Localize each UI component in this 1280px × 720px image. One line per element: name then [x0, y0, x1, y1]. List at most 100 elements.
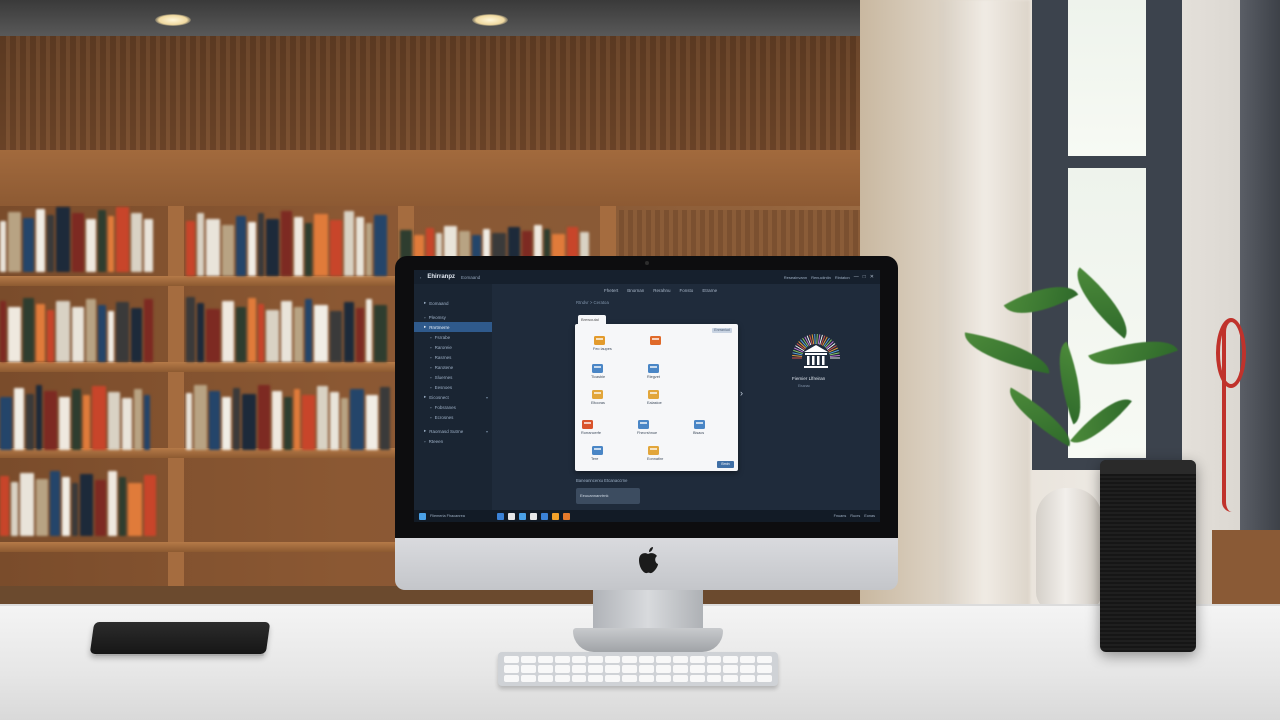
book [294, 388, 300, 450]
dialog-app-item[interactable]: Tere [591, 444, 605, 461]
sidebar-item[interactable]: ▸ Eomaand [414, 298, 492, 308]
book [356, 307, 364, 362]
book-row [0, 206, 160, 272]
sidebar-item-label: Raornasd Sutrne [429, 428, 464, 434]
title-action[interactable]: Renuciintin [811, 275, 831, 280]
taskbar-app-icon[interactable] [507, 512, 515, 520]
title-actions: Reseainvann Renuciintin Rintaton — □ ✕ [784, 274, 874, 280]
tray-item[interactable]: Rucrs [850, 514, 860, 518]
nav-item[interactable]: Rerahnu [653, 288, 670, 293]
maximize-icon[interactable]: □ [863, 274, 866, 280]
dialog-tab[interactable]: Brewoutal [578, 315, 606, 325]
nav-item[interactable]: Fonsto [680, 288, 694, 293]
sidebar-item[interactable]: ▫ Fobsranes [414, 402, 492, 412]
book [26, 393, 34, 450]
dialog-app-item[interactable]: Fhecrshnue [637, 418, 657, 435]
keyboard-key [520, 665, 536, 673]
sidebar-item[interactable]: ▸ Raornasd Sutrne ▾ [414, 426, 492, 436]
dialog-app-item[interactable]: Riegvet [647, 362, 661, 379]
top-nav: Fhetert Bnornan Rerahnu Fonsto Etrarne [604, 288, 717, 293]
ok-button[interactable]: Bmin [717, 461, 734, 468]
app-title: Ehirranpz [427, 274, 456, 280]
red-tool-handle [1222, 322, 1242, 512]
sidebar-item[interactable]: ▫ Rarotene [414, 362, 492, 372]
book [72, 307, 84, 362]
dialog-app-label: Ealastoe [647, 401, 662, 405]
sidebar-item[interactable]: ▫ Pleomsy [414, 312, 492, 322]
tray-item[interactable]: Eonas [864, 514, 875, 518]
nav-item[interactable]: Fhetert [604, 288, 618, 293]
dialog-app-item[interactable]: Tlcasbie [591, 362, 605, 379]
keyboard-key [740, 674, 756, 682]
dialog-app-label: Tlcasbie [591, 375, 606, 379]
book [294, 216, 303, 276]
sidebar-item[interactable]: ▫ Raroreie [414, 342, 492, 352]
start-icon[interactable] [419, 512, 426, 520]
chevron-down-icon[interactable]: ▾ [486, 395, 488, 400]
keyboard-key [622, 665, 637, 673]
dialog-app-item[interactable]: Ealastoe [647, 388, 662, 405]
speaker-top [1100, 460, 1196, 474]
dialog-app-item[interactable] [649, 334, 663, 347]
book-row [0, 470, 160, 536]
book [305, 222, 312, 276]
dialog-app-item[interactable]: Eonnatinr [647, 444, 663, 461]
title-action[interactable]: Rintaton [835, 275, 850, 280]
keyboard-key [520, 674, 536, 682]
sidebar-item[interactable]: ▫ Rasrnes [414, 352, 492, 362]
dialog-app-label: Eltooras [591, 401, 605, 405]
taskbar-app-icon[interactable] [540, 512, 548, 520]
tab-command[interactable]: Eomaand [461, 275, 480, 280]
chevron-right-icon[interactable]: › [740, 388, 743, 398]
text-field[interactable]: Eeuuannanrtrnk [576, 488, 640, 504]
dialog-app-item[interactable]: Feo laupes [593, 334, 612, 351]
sidebar-item[interactable]: ▫ Eesnoes [414, 382, 492, 392]
close-icon[interactable]: ✕ [870, 274, 874, 280]
minimize-icon[interactable]: — [854, 274, 859, 280]
keyboard-key [537, 665, 553, 673]
book [62, 476, 70, 536]
book [380, 386, 390, 450]
taskbar-app-icon[interactable] [518, 512, 526, 520]
taskbar-app-icon[interactable] [551, 512, 559, 520]
taskbar-app-icon[interactable] [562, 512, 570, 520]
book [131, 213, 142, 272]
title-action[interactable]: Reseainvann [784, 275, 807, 280]
sidebar-item[interactable]: ▫ Rteeen [414, 436, 492, 446]
book [20, 473, 34, 536]
nav-item[interactable]: Bnornan [627, 288, 644, 293]
book [8, 306, 21, 362]
dialog-app-label: Feo laupes [593, 347, 612, 351]
printer-icon [591, 362, 605, 374]
book [197, 303, 204, 362]
file-icon: ▫ [430, 374, 432, 380]
book [294, 307, 303, 362]
dialog-app-item[interactable]: Eltooras [591, 388, 605, 405]
dialog-app-item[interactable]: Bisacs [693, 418, 707, 435]
taskbar-app-icon[interactable] [496, 512, 504, 520]
sidebar-item[interactable]: ▫ Sluernes [414, 372, 492, 382]
dialog-app-item[interactable]: Rorrancerfe [581, 418, 601, 435]
book [72, 482, 78, 536]
nav-item[interactable]: Etrarne [702, 288, 717, 293]
tray-item[interactable]: Fnuans [834, 514, 847, 518]
book [222, 396, 231, 450]
book [366, 395, 378, 450]
system-tray: Fnuans Rucrs Eonas [834, 514, 875, 518]
sidebar-item[interactable]: ▸ Eicosnect ▾ [414, 392, 492, 402]
taskbar-app-icon[interactable] [529, 512, 537, 520]
sidebar-item-label: Sluernes [434, 374, 453, 380]
sidebar-item[interactable]: ▫ Fsrrabe [414, 332, 492, 342]
wood-slat-panel [610, 210, 860, 260]
book [302, 394, 315, 450]
back-icon[interactable]: ‹ [420, 275, 421, 280]
book [108, 391, 120, 450]
book [36, 385, 42, 450]
sidebar-item[interactable]: ▫ Ecrosnes [414, 412, 492, 422]
keyboard-key [706, 665, 722, 673]
book [86, 298, 96, 362]
sidebar-item[interactable]: ▸ Rnrtmerre [414, 322, 492, 332]
chevron-down-icon[interactable]: ▾ [486, 429, 488, 434]
folder-icon: ▸ [424, 428, 427, 433]
book [314, 213, 328, 276]
